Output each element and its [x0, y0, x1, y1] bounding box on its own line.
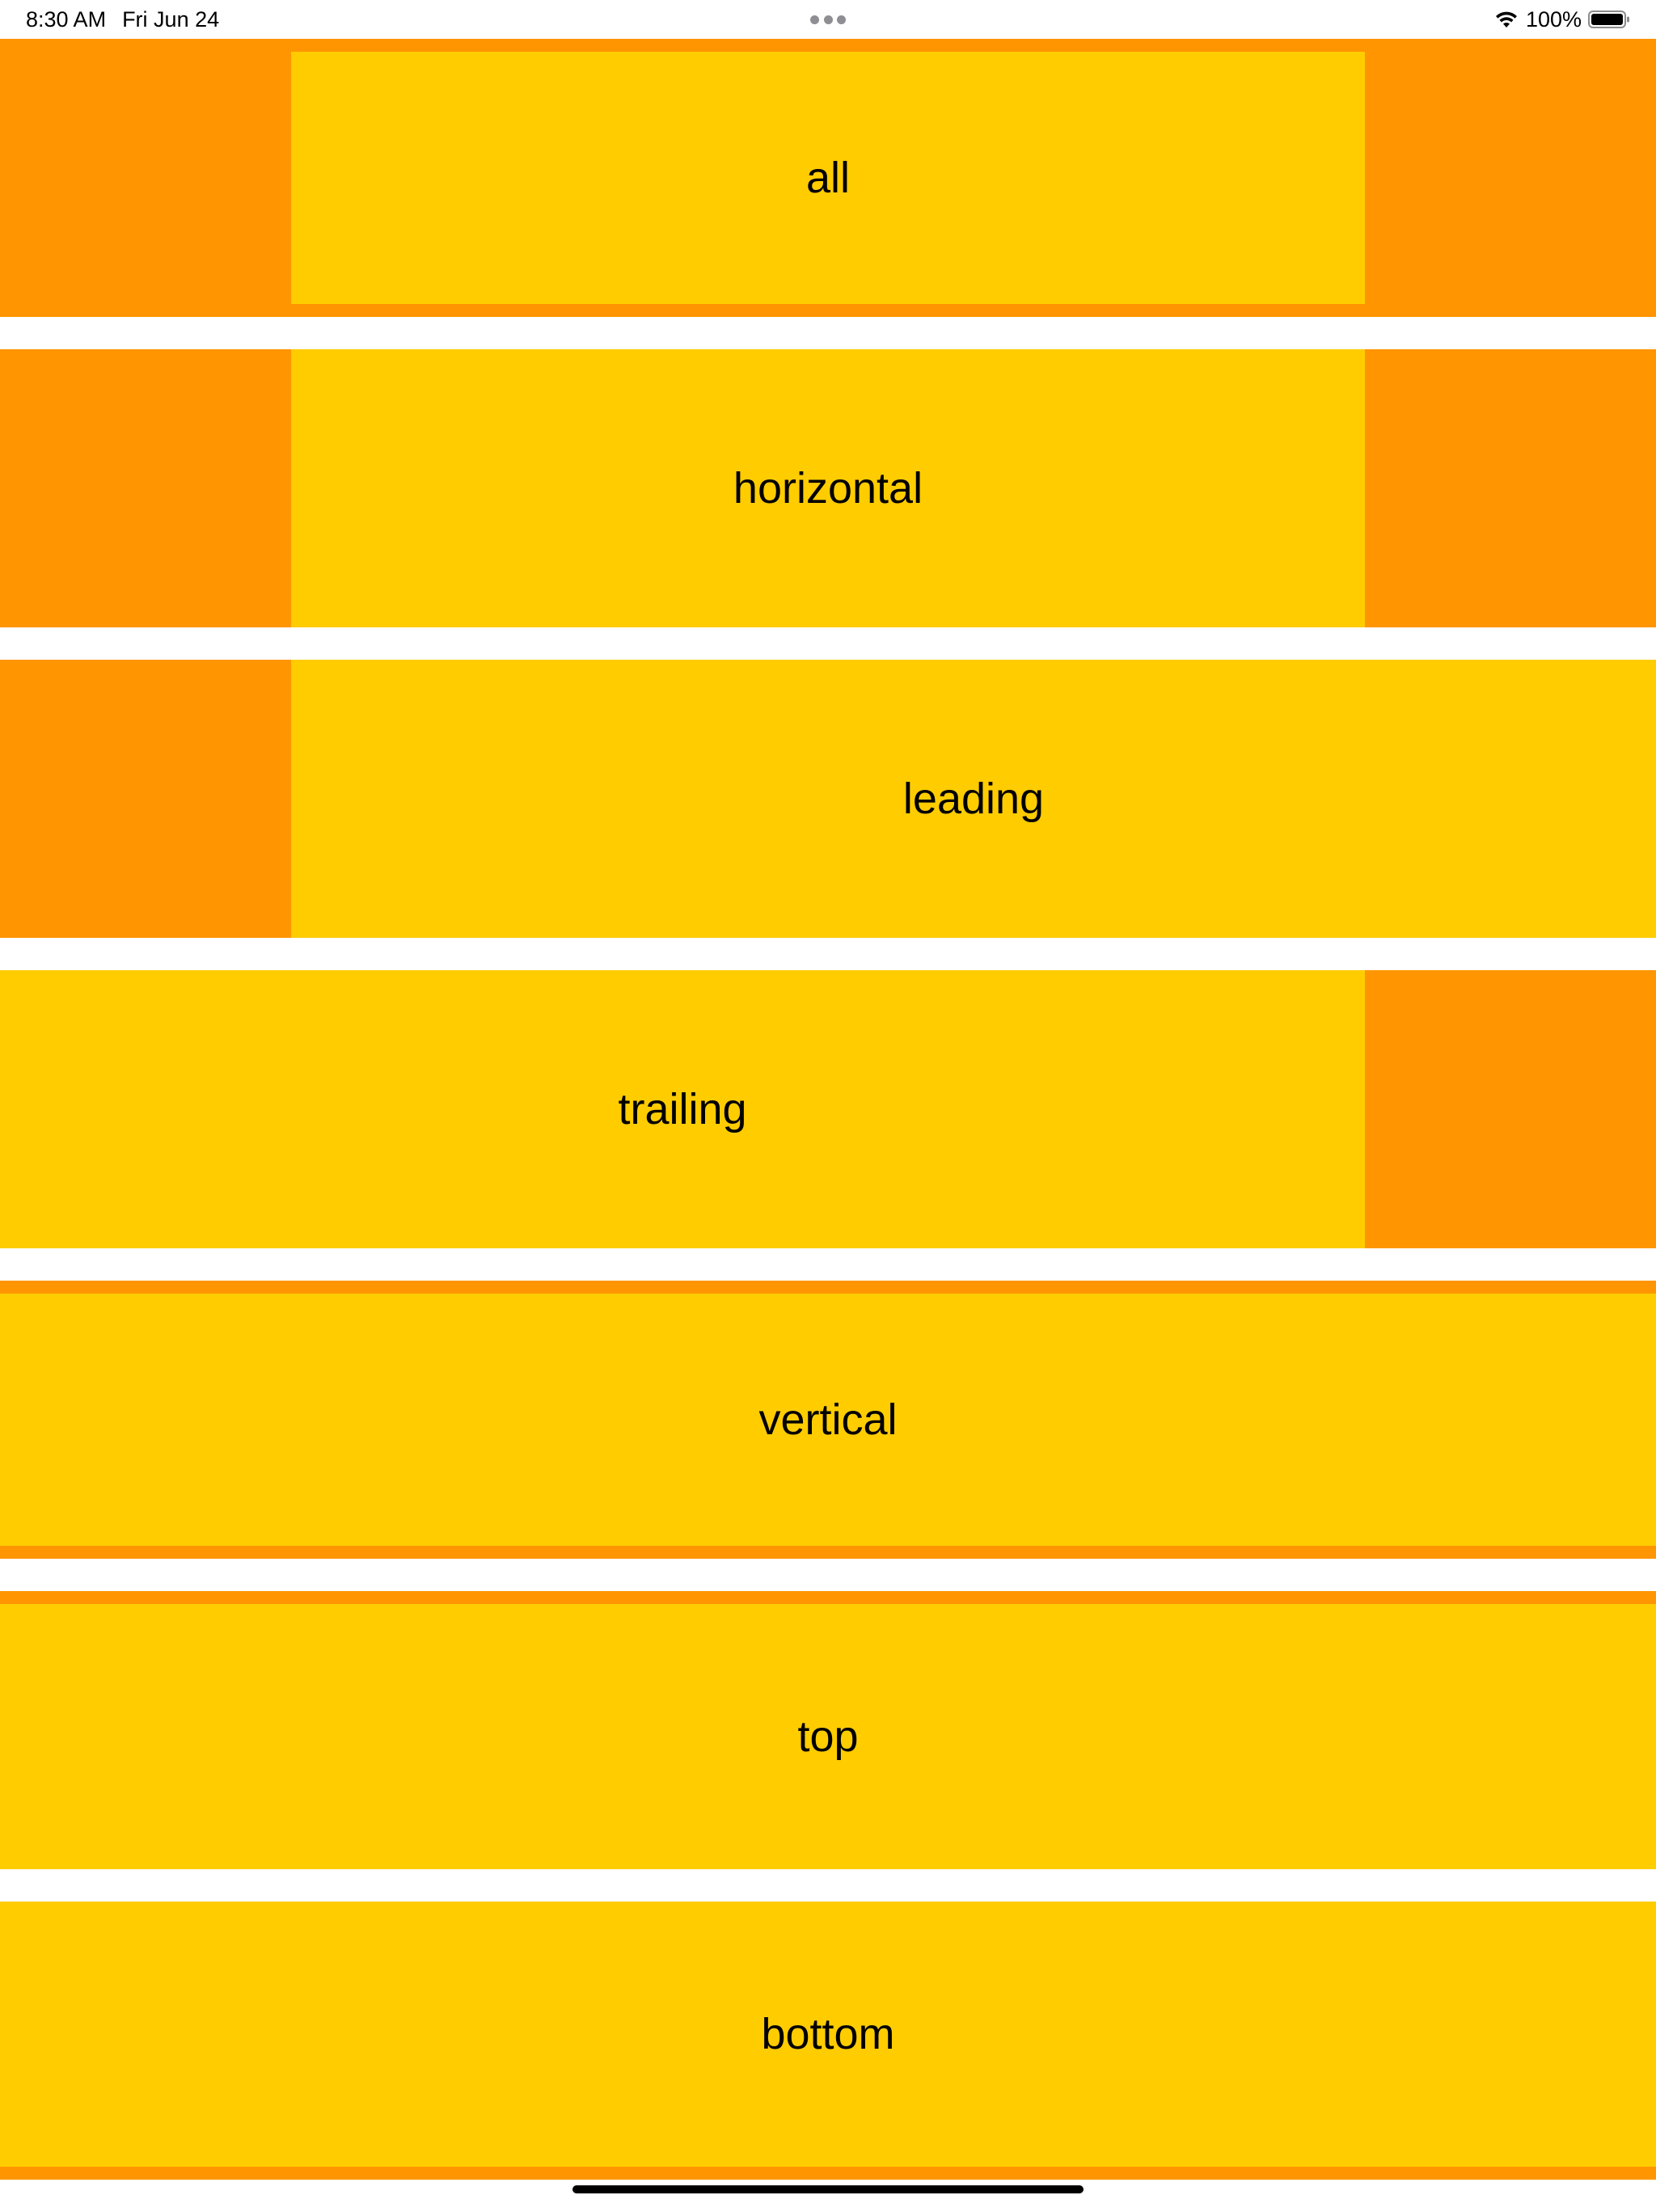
- home-indicator[interactable]: [572, 2185, 1084, 2193]
- inner-content-leading: leading: [291, 660, 1656, 938]
- inner-content-all: all: [291, 52, 1365, 304]
- battery-percent: 100%: [1525, 7, 1582, 32]
- inner-content-horizontal: horizontal: [291, 349, 1365, 627]
- row-label: bottom: [761, 2010, 895, 2058]
- padding-row-top: top: [0, 1591, 1656, 1869]
- padding-row-leading: leading: [0, 660, 1656, 938]
- status-time: 8:30 AM: [26, 7, 107, 32]
- multitasking-dots-icon[interactable]: [810, 15, 846, 24]
- status-indicators: 100%: [1493, 5, 1630, 34]
- inner-content-trailing: trailing: [0, 970, 1365, 1248]
- padding-rows: all horizontal leading trailing vertical…: [0, 39, 1656, 2212]
- status-date: Fri Jun 24: [122, 7, 220, 32]
- inner-content-bottom: bottom: [0, 1902, 1656, 2167]
- status-time-date: 8:30 AM Fri Jun 24: [26, 5, 235, 34]
- padding-row-bottom: bottom: [0, 1902, 1656, 2180]
- battery-icon: [1588, 11, 1629, 28]
- row-label: horizontal: [733, 464, 923, 513]
- row-label: trailing: [618, 1085, 747, 1133]
- padding-row-horizontal: horizontal: [0, 349, 1656, 627]
- padding-row-trailing: trailing: [0, 970, 1656, 1248]
- padding-row-all: all: [0, 39, 1656, 317]
- status-bar: 8:30 AM Fri Jun 24 100%: [0, 0, 1656, 39]
- row-label: all: [805, 154, 851, 202]
- inner-content-top: top: [0, 1604, 1656, 1869]
- row-label: leading: [902, 775, 1045, 823]
- row-label: top: [797, 1712, 859, 1761]
- padding-row-vertical: vertical: [0, 1281, 1656, 1559]
- inner-content-vertical: vertical: [0, 1294, 1656, 1546]
- wifi-icon: [1495, 11, 1517, 27]
- row-label: vertical: [758, 1395, 898, 1444]
